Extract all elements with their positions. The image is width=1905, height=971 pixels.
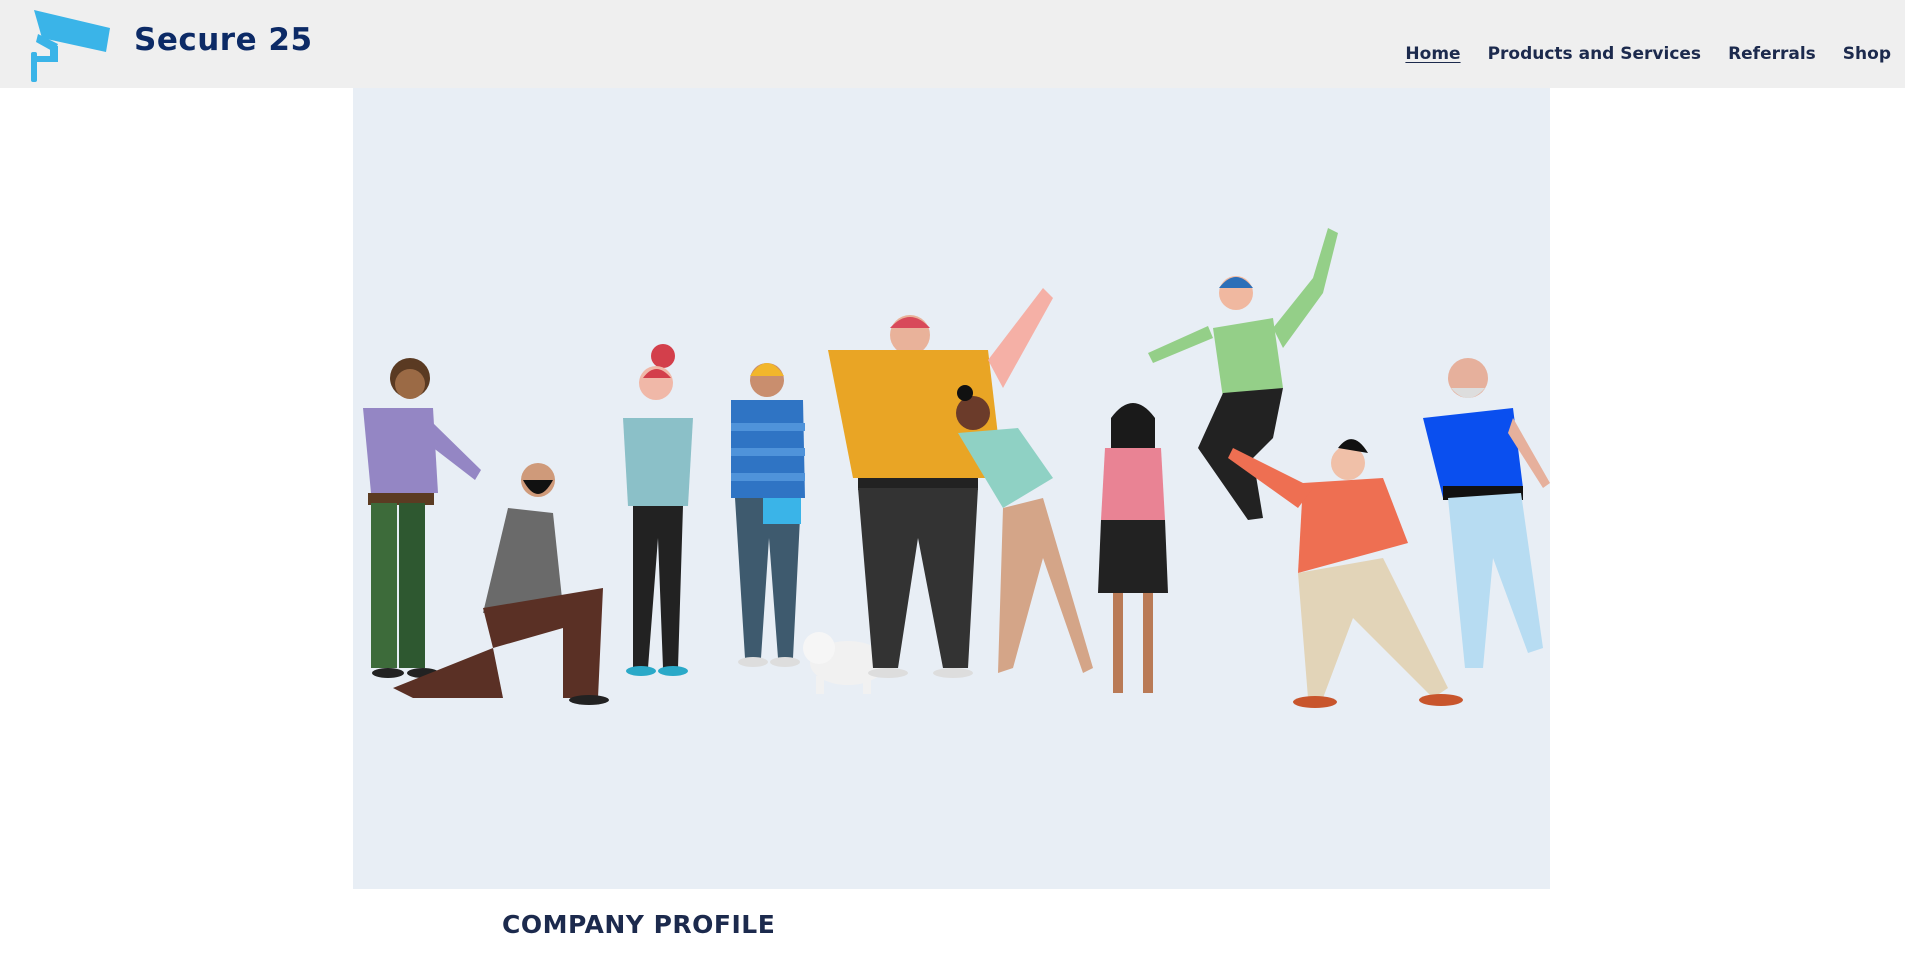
site-header: Secure 25 Home Products and Services Ref… <box>0 0 1905 88</box>
person-teal-top <box>623 344 693 676</box>
nav-referrals-link[interactable]: Referrals <box>1728 44 1816 64</box>
hero-illustration <box>353 88 1550 889</box>
brand-name[interactable]: Secure 25 <box>134 22 313 58</box>
security-camera-icon[interactable] <box>28 8 112 82</box>
person-mint-striped <box>956 385 1093 673</box>
person-blue-shirt-older <box>1423 358 1550 668</box>
people-group-illustration <box>363 228 1550 708</box>
main-nav: Home Products and Services Referrals Sho… <box>1405 44 1891 64</box>
person-green-jumping <box>1148 228 1338 520</box>
person-pink-dress <box>1098 403 1168 693</box>
nav-home-link[interactable]: Home <box>1405 44 1460 64</box>
person-blue-striped <box>731 363 805 667</box>
nav-shop-link[interactable]: Shop <box>1843 44 1891 64</box>
section-title-company-profile: COMPANY PROFILE <box>502 910 776 939</box>
person-purple-sweater <box>363 358 481 678</box>
person-orange-hoodie <box>1228 439 1463 708</box>
nav-products-link[interactable]: Products and Services <box>1488 44 1702 64</box>
